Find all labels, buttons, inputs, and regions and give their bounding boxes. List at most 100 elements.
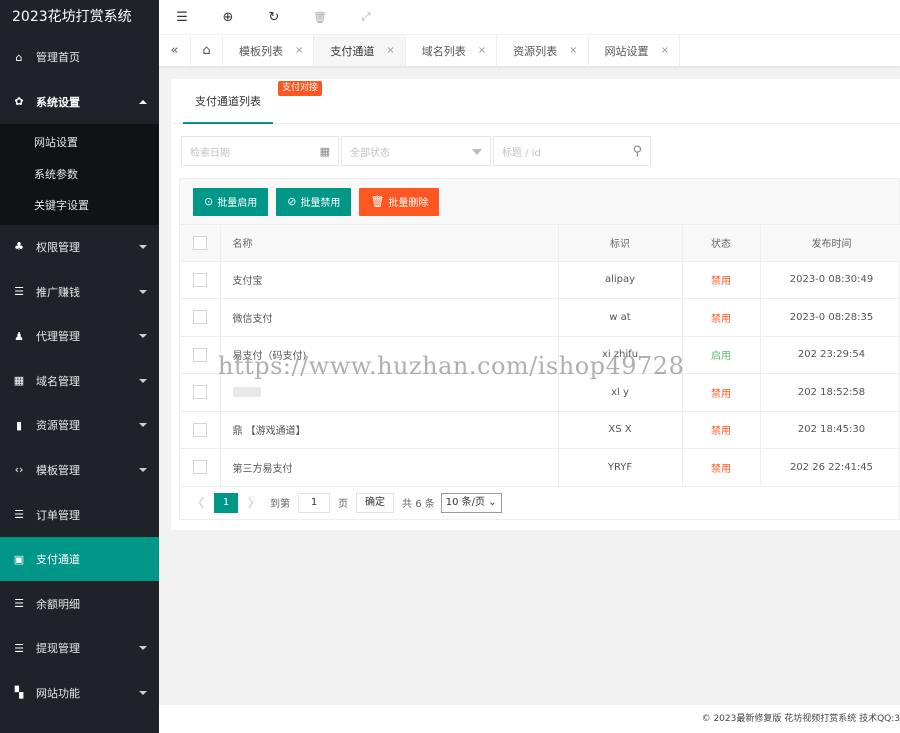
batch-disable-label: 批量禁用 [300, 198, 341, 209]
trash-icon: 🗑 [370, 195, 385, 208]
table-row[interactable]: xl y 禁用 202 18:52:58 [180, 373, 900, 412]
trash-icon[interactable]: 🗑 [297, 11, 343, 24]
table-row[interactable]: 鼎 【游戏通道】 XS X 禁用 202 18:45:30 [180, 411, 900, 449]
date-filter-placeholder: 检索日期 [190, 147, 230, 159]
sidebar-item-permissions[interactable]: ♣ 权限管理 [0, 225, 159, 270]
calendar-icon: ▦ [319, 144, 330, 158]
sidebar-item-agents[interactable]: ♟ 代理管理 [0, 314, 159, 359]
close-icon[interactable]: × [478, 45, 486, 56]
batch-delete-button[interactable]: 🗑 批量删除 [359, 187, 440, 216]
row-checkbox[interactable] [192, 385, 207, 400]
table-row[interactable]: 第三方易支付 YRYF 禁用 202 26 22:41:45 [180, 448, 900, 487]
row-checkbox[interactable] [192, 347, 207, 362]
close-icon[interactable]: × [295, 45, 303, 56]
search-input[interactable]: 标题 / id ⚲ [493, 136, 651, 166]
goto-page-input[interactable]: 1 [298, 492, 331, 513]
cell-status[interactable]: 禁用 [682, 373, 761, 412]
sidebar-item-templates[interactable]: ‹› 模板管理 [0, 448, 159, 493]
cell-code: alipay [558, 261, 683, 299]
column-header-time[interactable]: 发布时间 [760, 225, 900, 262]
cell-code: w at [558, 298, 683, 337]
sidebar-item-payment-channels[interactable]: ▣ 支付通道 [0, 536, 159, 582]
column-header-code[interactable]: 标识 [558, 225, 683, 262]
column-header-status[interactable]: 状态 [682, 225, 761, 262]
sidebar-item-balance[interactable]: ☰ 余额明细 [0, 581, 159, 626]
batch-disable-button[interactable]: ⊘ 批量禁用 [276, 187, 352, 216]
cell-name: 第三方易支付 [220, 448, 559, 487]
home-tab-icon[interactable]: ⌂ [191, 35, 223, 66]
tab-domain-list[interactable]: 域名列表 × [406, 35, 498, 66]
sidebar-item-withdrawals[interactable]: ☰ 提现管理 [0, 626, 159, 671]
sidebar-item-label: 余额明细 [36, 597, 80, 611]
table-row[interactable]: 微信支付 w at 禁用 2023-0 08:28:35 [180, 298, 900, 337]
cell-status[interactable]: 禁用 [682, 298, 761, 337]
search-icon[interactable]: ⚲ [632, 144, 642, 159]
cell-name [220, 373, 559, 412]
sidebar-subitem-keyword-settings[interactable]: 关键字设置 [0, 190, 159, 222]
cell-status[interactable]: 禁用 [682, 448, 761, 487]
menu-fold-icon[interactable]: ☰ [159, 10, 205, 25]
table-row[interactable]: 易支付（码支付) xi zhifu 启用 202 23:29:54 [180, 336, 900, 374]
tab-payment-channel-list[interactable]: 支付通道列表 [183, 79, 273, 124]
sidebar-item-home[interactable]: ⌂ 管理首页 [0, 35, 159, 80]
total-count: 共 6 条 [402, 499, 435, 510]
tab-label: 资源列表 [513, 44, 558, 58]
sidebar-item-system-settings[interactable]: ✿ 系统设置 [0, 80, 159, 125]
row-checkbox[interactable] [192, 460, 207, 475]
close-icon[interactable]: × [661, 45, 669, 56]
sidebar-item-site-features[interactable]: ▚ 网站功能 [0, 671, 159, 716]
play-circle-icon: ⊙ [204, 195, 214, 208]
sidebar-item-promotion[interactable]: ☰ 推广赚钱 [0, 269, 159, 314]
tab-site-settings[interactable]: 网站设置 × [589, 35, 680, 66]
row-checkbox[interactable] [192, 310, 207, 325]
caret-down-icon [472, 149, 482, 155]
row-checkbox[interactable] [192, 272, 207, 287]
status-filter-select[interactable]: 全部状态 [341, 136, 491, 166]
sidebar-subitem-site-settings[interactable]: 网站设置 [0, 127, 159, 159]
date-filter-field[interactable]: 检索日期 ▦ [181, 136, 339, 166]
top-toolbar: ☰ ⊕ ↻ 🗑 ⤢ [159, 0, 900, 35]
prev-page-icon[interactable]: 〈 [192, 494, 204, 511]
next-page-icon[interactable]: 〉 [248, 494, 260, 511]
tab-resource-list[interactable]: 资源列表 × [497, 35, 589, 66]
globe-icon[interactable]: ⊕ [205, 10, 251, 25]
fullscreen-icon[interactable]: ⤢ [343, 10, 389, 24]
sidebar-submenu-system-settings: 网站设置 系统参数 关键字设置 [0, 124, 159, 225]
sidebar-subitem-system-params[interactable]: 系统参数 [0, 159, 159, 191]
sidebar-item-orders[interactable]: ☰ 订单管理 [0, 492, 159, 537]
app-logo-title: 2023花坊打赏系统 [0, 0, 159, 35]
chevron-down-icon [139, 423, 147, 428]
chevron-down-icon [139, 690, 147, 695]
close-icon[interactable]: × [569, 45, 577, 56]
column-header-name[interactable]: 名称 [220, 225, 559, 262]
refresh-icon[interactable]: ↻ [251, 10, 297, 25]
batch-enable-button[interactable]: ⊙ 批量启用 [193, 187, 269, 216]
tab-payment-channels[interactable]: 支付通道 × [314, 35, 406, 66]
cell-status[interactable]: 禁用 [682, 261, 761, 299]
sidebar-item-label: 系统设置 [36, 95, 80, 109]
page-number-current[interactable]: 1 [214, 492, 239, 513]
row-checkbox[interactable] [192, 422, 207, 437]
sidebar-item-label: 推广赚钱 [36, 285, 80, 299]
cell-time: 2023-0 08:30:49 [760, 261, 900, 299]
row-select-cell [180, 411, 221, 449]
tabs-scroll-left-icon[interactable]: « [159, 35, 191, 66]
chevron-up-icon [139, 99, 147, 104]
table-row[interactable]: 支付宝 alipay 禁用 2023-0 08:30:49 [180, 261, 900, 299]
batch-enable-label: 批量启用 [217, 198, 258, 209]
cell-name: 易支付（码支付) [220, 336, 559, 374]
goto-confirm-button[interactable]: 确定 [356, 492, 395, 513]
page-size-select[interactable]: 10 条/页 ⌄ [440, 492, 502, 513]
sidebar-item-resources[interactable]: ▮ 资源管理 [0, 403, 159, 448]
redacted-name [232, 386, 261, 397]
close-icon[interactable]: × [386, 45, 394, 56]
sidebar-item-domains[interactable]: ▦ 域名管理 [0, 358, 159, 403]
chevron-down-icon [139, 467, 147, 472]
sidebar-item-label: 权限管理 [36, 240, 80, 254]
channel-table-container: ⊙ 批量启用 ⊘ 批量禁用 🗑 批量删除 名称 标识 状态 发布时间 支付宝 a… [179, 178, 900, 520]
select-all-checkbox[interactable] [192, 235, 207, 250]
cell-status[interactable]: 启用 [682, 336, 761, 374]
tab-template-list[interactable]: 模板列表 × [223, 35, 315, 66]
cell-status[interactable]: 禁用 [682, 411, 761, 449]
payment-integration-badge[interactable]: 支付对接 [278, 81, 323, 96]
